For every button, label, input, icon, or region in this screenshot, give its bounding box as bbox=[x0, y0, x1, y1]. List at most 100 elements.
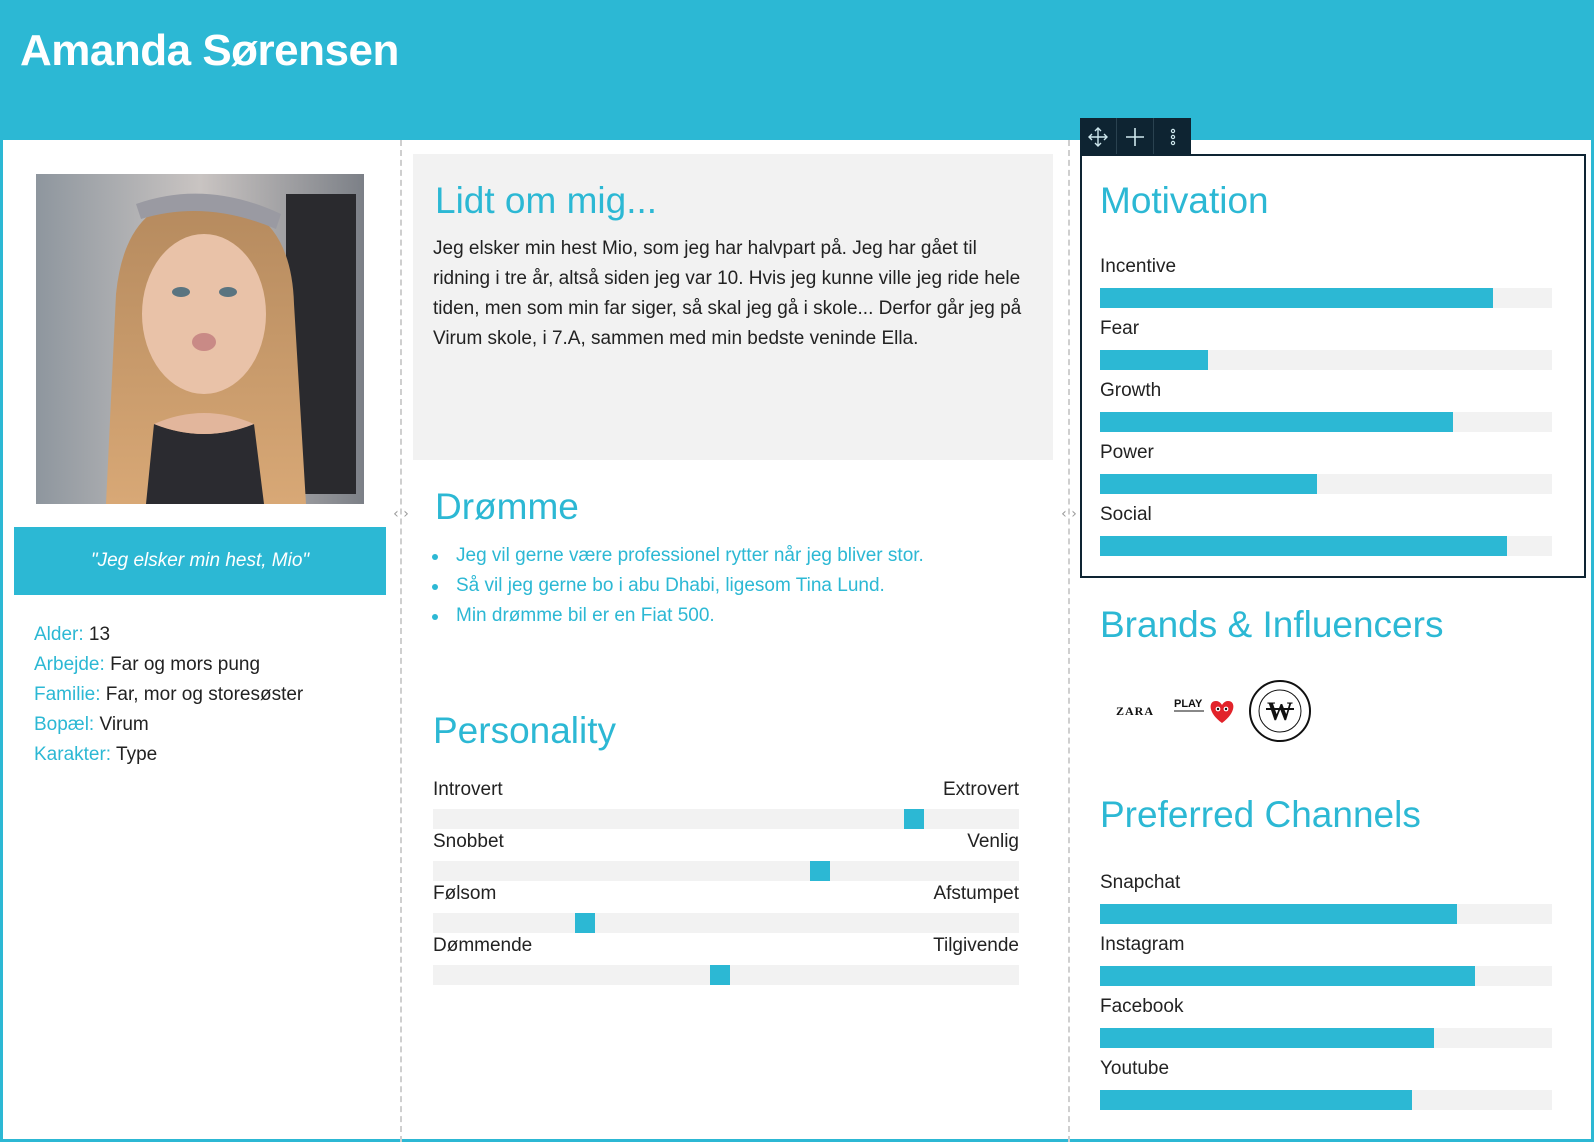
motivation-bar-social: Social bbox=[1100, 504, 1552, 566]
bar-label: Social bbox=[1100, 504, 1152, 525]
add-block-button[interactable] bbox=[1117, 118, 1154, 155]
fact-residence: Bopæl: Virum bbox=[34, 710, 303, 740]
bar-track bbox=[1100, 966, 1552, 986]
column-divider-right bbox=[1068, 140, 1070, 1142]
dream-item: Så vil jeg gerne bo i abu Dhabi, ligesom… bbox=[430, 571, 924, 601]
column-resize-handle-right[interactable]: ‹ › bbox=[1058, 490, 1080, 536]
motivation-bar-incentive: Incentive bbox=[1100, 256, 1552, 318]
fact-work: Arbejde: Far og mors pung bbox=[34, 650, 303, 680]
bar-label: Youtube bbox=[1100, 1058, 1170, 1079]
trait-left-label: Introvert bbox=[433, 779, 503, 800]
fact-value: Far og mors pung bbox=[110, 654, 261, 675]
trait-left-label: Dømmende bbox=[433, 935, 533, 956]
bar-label: Power bbox=[1100, 442, 1154, 463]
play-logo-text: PLAY bbox=[1174, 698, 1203, 710]
fact-value: 13 bbox=[88, 624, 111, 645]
trait-left-label: Følsom bbox=[433, 883, 497, 904]
play-cdg-logo[interactable]: PLAY bbox=[1172, 693, 1236, 729]
personality-slider-folsom-afstumpet: Følsom Afstumpet bbox=[433, 883, 1019, 935]
dreams-title: Drømme bbox=[435, 486, 579, 527]
fact-key: Karakter: bbox=[34, 744, 112, 765]
channel-bar-instagram: Instagram bbox=[1100, 934, 1552, 996]
bar-fill bbox=[1100, 350, 1209, 370]
bar-track bbox=[1100, 1090, 1552, 1110]
bar-fill bbox=[1100, 474, 1317, 494]
wood-wood-logo[interactable]: W bbox=[1248, 679, 1312, 743]
bar-label: Fear bbox=[1100, 318, 1140, 339]
persona-name: Amanda Sørensen bbox=[20, 26, 399, 75]
move-icon bbox=[1088, 126, 1108, 147]
bar-fill bbox=[1100, 412, 1453, 432]
fact-value: Type bbox=[116, 744, 158, 765]
bar-fill bbox=[1100, 966, 1476, 986]
bar-track bbox=[1100, 904, 1552, 924]
persona-quote: "Jeg elsker min hest, Mio" bbox=[14, 527, 386, 595]
bar-fill bbox=[1100, 904, 1458, 924]
fact-key: Arbejde: bbox=[34, 654, 105, 675]
portrait-image bbox=[36, 174, 364, 504]
bar-fill bbox=[1100, 536, 1507, 556]
bar-fill bbox=[1100, 1028, 1435, 1048]
frame-border-left bbox=[0, 140, 3, 1142]
dreams-list: Jeg vil gerne være professionel rytter n… bbox=[430, 541, 924, 631]
slider-knob[interactable] bbox=[575, 913, 596, 933]
trait-right-label: Extrovert bbox=[942, 779, 1019, 800]
plus-icon bbox=[1126, 127, 1144, 146]
bar-track bbox=[1100, 288, 1552, 308]
resize-arrows-icon: ‹ › bbox=[1061, 506, 1077, 522]
bar-fill bbox=[1100, 1090, 1412, 1110]
trait-right-label: Afstumpet bbox=[933, 883, 1019, 904]
about-text: Jeg elsker min hest Mio, som jeg har hal… bbox=[433, 238, 1022, 349]
trait-right-label: Venlig bbox=[967, 831, 1019, 852]
more-options-button[interactable] bbox=[1154, 118, 1191, 155]
personality-slider-dommende-tilgivende: Dømmende Tilgivende bbox=[433, 935, 1019, 987]
move-button[interactable] bbox=[1080, 118, 1117, 155]
bar-label: Incentive bbox=[1100, 256, 1177, 277]
bar-label: Growth bbox=[1100, 380, 1162, 401]
fact-value: Virum bbox=[99, 714, 149, 735]
brand-logos: ZARA PLAY W bbox=[1110, 678, 1312, 744]
page-header: Amanda Sørensen bbox=[0, 0, 1594, 140]
fact-key: Bopæl: bbox=[34, 714, 95, 735]
fact-key: Alder: bbox=[34, 624, 84, 645]
personality-slider-snobbet-venlig: Snobbet Venlig bbox=[433, 831, 1019, 883]
about-title: Lidt om mig... bbox=[435, 180, 658, 221]
bar-track bbox=[1100, 350, 1552, 370]
channel-bar-facebook: Facebook bbox=[1100, 996, 1552, 1058]
fact-family: Familie: Far, mor og storesøster bbox=[34, 680, 303, 710]
slider-knob[interactable] bbox=[903, 809, 924, 829]
bar-fill bbox=[1100, 288, 1494, 308]
bar-track bbox=[1100, 412, 1552, 432]
slider-track[interactable] bbox=[433, 913, 1019, 933]
slider-track[interactable] bbox=[433, 861, 1019, 881]
motivation-bar-power: Power bbox=[1100, 442, 1552, 504]
slider-track[interactable] bbox=[433, 809, 1019, 829]
fact-character: Karakter: Type bbox=[34, 740, 303, 770]
column-divider-left bbox=[400, 140, 402, 1142]
bar-label: Instagram bbox=[1100, 934, 1185, 955]
channel-bar-youtube: Youtube bbox=[1100, 1058, 1552, 1120]
trait-left-label: Snobbet bbox=[433, 831, 504, 852]
brands-title: Brands & Influencers bbox=[1100, 604, 1444, 645]
fact-age: Alder: 13 bbox=[34, 620, 303, 650]
persona-photo[interactable] bbox=[36, 174, 364, 504]
wood-wood-logo-text: W bbox=[1267, 697, 1293, 726]
persona-facts: Alder: 13 Arbejde: Far og mors pung Fami… bbox=[34, 620, 303, 770]
personality-title: Personality bbox=[433, 710, 617, 751]
channels-title: Preferred Channels bbox=[1100, 794, 1421, 835]
fact-key: Familie: bbox=[34, 684, 101, 705]
slider-track[interactable] bbox=[433, 965, 1019, 985]
bar-label: Snapchat bbox=[1100, 872, 1181, 893]
bar-track bbox=[1100, 474, 1552, 494]
motivation-title: Motivation bbox=[1100, 180, 1269, 221]
dream-item: Min drømme bil er en Fiat 500. bbox=[430, 601, 924, 631]
slider-knob[interactable] bbox=[809, 861, 830, 881]
block-toolbar bbox=[1080, 118, 1191, 155]
resize-arrows-icon: ‹ › bbox=[393, 506, 409, 522]
slider-knob[interactable] bbox=[710, 965, 731, 985]
trait-right-label: Tilgivende bbox=[933, 935, 1019, 956]
column-resize-handle-left[interactable]: ‹ › bbox=[390, 490, 412, 536]
zara-logo[interactable]: ZARA bbox=[1110, 704, 1160, 719]
bar-track bbox=[1100, 1028, 1552, 1048]
channel-bar-snapchat: Snapchat bbox=[1100, 872, 1552, 934]
